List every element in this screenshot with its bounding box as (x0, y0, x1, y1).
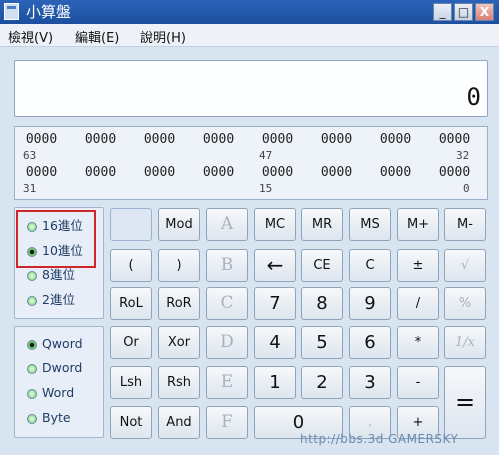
digit-8-button[interactable]: 8 (301, 287, 343, 320)
divide-button[interactable]: / (397, 287, 439, 320)
close-paren-button[interactable]: ) (158, 249, 200, 282)
open-paren-button[interactable]: ( (110, 249, 152, 282)
close-button[interactable]: X (475, 3, 494, 21)
sqrt-button[interactable]: √ (444, 249, 486, 282)
radio-word[interactable]: Word (27, 383, 74, 403)
radio-dot-icon (27, 295, 37, 306)
bit-group: 0000 (320, 132, 353, 147)
hex-a-button[interactable]: A (206, 208, 248, 241)
window-title: 小算盤 (26, 3, 72, 21)
bit-group: 0000 (25, 132, 58, 147)
radio-dot-icon (27, 270, 37, 281)
reciprocal-button[interactable]: 1/x (444, 326, 486, 359)
rol-button[interactable]: RoL (110, 287, 152, 320)
display-value: 0 (466, 83, 481, 111)
radio-hex[interactable]: 16進位 (27, 216, 83, 236)
radio-dword[interactable]: Dword (27, 358, 82, 378)
bit-index: 47 (259, 149, 273, 162)
maximize-button[interactable]: □ (454, 3, 473, 21)
backspace-button[interactable]: ← (254, 249, 296, 282)
mr-button[interactable]: MR (301, 208, 343, 241)
result-display: 0 (14, 60, 488, 117)
bit-group: 0000 (25, 165, 58, 180)
bit-group: 0000 (202, 132, 235, 147)
ror-button[interactable]: RoR (158, 287, 200, 320)
bit-index: 31 (23, 182, 37, 195)
mc-button[interactable]: MC (254, 208, 296, 241)
digit-7-button[interactable]: 7 (254, 287, 296, 320)
bit-group: 0000 (261, 165, 294, 180)
hex-b-button[interactable]: B (206, 249, 248, 282)
base-group: 16進位 10進位 8進位 2進位 (14, 207, 104, 319)
ce-button[interactable]: CE (301, 249, 343, 282)
xor-button[interactable]: Xor (158, 326, 200, 359)
bit-group: 0000 (320, 165, 353, 180)
m-minus-button[interactable]: M- (444, 208, 486, 241)
bit-group: 0000 (379, 165, 412, 180)
menu-edit[interactable]: 編輯(E) (75, 27, 119, 46)
title-bar: 小算盤 _ □ X (0, 0, 499, 24)
mod-button[interactable]: Mod (158, 208, 200, 241)
minimize-button[interactable]: _ (433, 3, 452, 21)
bit-group: 0000 (84, 132, 117, 147)
bit-group: 0000 (202, 165, 235, 180)
bit-index: 63 (23, 149, 37, 162)
digit-1-button[interactable]: 1 (254, 366, 296, 399)
digit-5-button[interactable]: 5 (301, 326, 343, 359)
blank-key (110, 208, 152, 241)
bit-group: 0000 (379, 132, 412, 147)
or-button[interactable]: Or (110, 326, 152, 359)
negate-button[interactable]: ± (397, 249, 439, 282)
radio-dot-icon (27, 246, 37, 257)
menu-bar: 檢視(V) 編輯(E) 說明(H) (0, 24, 499, 47)
watermark: http://bbs.3d GAMERSKY (300, 432, 459, 446)
radio-qword[interactable]: Qword (27, 334, 83, 354)
bit-index: 0 (463, 182, 470, 195)
bit-index: 15 (259, 182, 273, 195)
bit-group: 0000 (143, 132, 176, 147)
word-size-group: Qword Dword Word Byte (14, 326, 104, 438)
ms-button[interactable]: MS (349, 208, 391, 241)
percent-button[interactable]: % (444, 287, 486, 320)
radio-dot-icon (27, 388, 37, 399)
clear-button[interactable]: C (349, 249, 391, 282)
digit-4-button[interactable]: 4 (254, 326, 296, 359)
bit-display: 0000 0000 0000 0000 0000 0000 0000 0000 … (14, 126, 488, 200)
digit-6-button[interactable]: 6 (349, 326, 391, 359)
m-plus-button[interactable]: M+ (397, 208, 439, 241)
hex-c-button[interactable]: C (206, 287, 248, 320)
hex-e-button[interactable]: E (206, 366, 248, 399)
menu-view[interactable]: 檢視(V) (8, 27, 53, 46)
hex-d-button[interactable]: D (206, 326, 248, 359)
radio-dot-icon (27, 221, 37, 232)
digit-3-button[interactable]: 3 (349, 366, 391, 399)
digit-2-button[interactable]: 2 (301, 366, 343, 399)
radio-oct[interactable]: 8進位 (27, 265, 75, 285)
bit-index: 32 (456, 149, 470, 162)
bit-group: 0000 (438, 132, 471, 147)
rsh-button[interactable]: Rsh (158, 366, 200, 399)
digit-9-button[interactable]: 9 (349, 287, 391, 320)
multiply-button[interactable]: * (397, 326, 439, 359)
bit-group: 0000 (84, 165, 117, 180)
bit-group: 0000 (261, 132, 294, 147)
and-button[interactable]: And (158, 406, 200, 439)
menu-help[interactable]: 說明(H) (140, 27, 186, 46)
radio-dot-icon (27, 339, 37, 350)
radio-dec[interactable]: 10進位 (27, 241, 83, 261)
radio-bin[interactable]: 2進位 (27, 290, 75, 310)
radio-dot-icon (27, 363, 37, 374)
radio-dot-icon (27, 413, 37, 424)
calculator-icon (4, 3, 19, 20)
not-button[interactable]: Not (110, 406, 152, 439)
radio-byte[interactable]: Byte (27, 408, 71, 428)
subtract-button[interactable]: - (397, 366, 439, 399)
bit-group: 0000 (143, 165, 176, 180)
equals-button[interactable]: = (444, 366, 486, 439)
hex-f-button[interactable]: F (206, 406, 248, 439)
lsh-button[interactable]: Lsh (110, 366, 152, 399)
bit-group: 0000 (438, 165, 471, 180)
